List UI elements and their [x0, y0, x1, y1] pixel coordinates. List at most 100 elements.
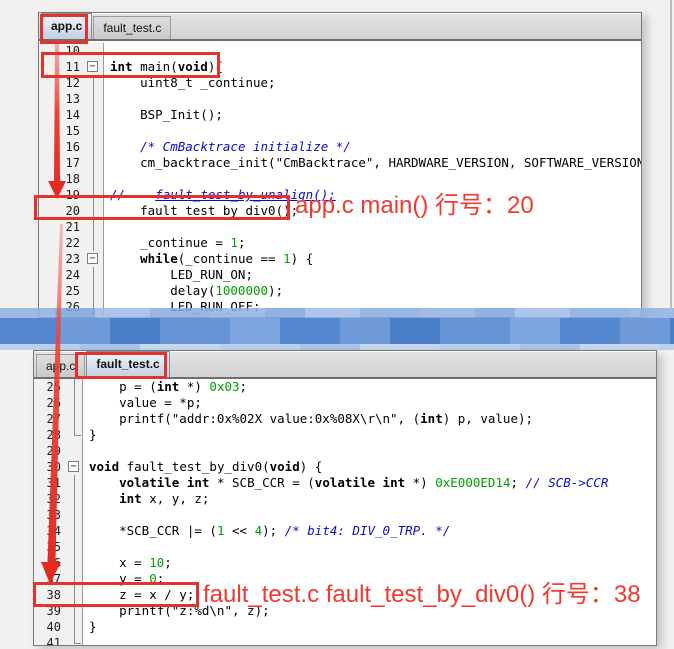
code-text: int x, y, z; — [83, 491, 209, 507]
code-text: uint8_t _continue; — [104, 75, 276, 91]
line-number: 28 — [34, 427, 66, 443]
code-line-40[interactable]: 40} — [34, 619, 656, 635]
line-number: 10 — [39, 43, 85, 59]
code-line-27[interactable]: 27 printf("addr:0x%02X value:0x%08X\r\n"… — [34, 411, 656, 427]
fold-guide-line — [66, 587, 83, 603]
fold-guide-line — [85, 123, 104, 139]
fold-guide-line — [85, 107, 104, 123]
code-text: } — [83, 619, 97, 635]
tab-fault-test-c[interactable]: fault_test.c — [86, 351, 169, 377]
code-line-25[interactable]: 25 delay(1000000); — [39, 283, 641, 299]
tabbar-bottom: app.cfault_test.c — [34, 351, 656, 379]
code-text: p = (int *) 0x03; — [83, 379, 247, 395]
tab-fault-test-c[interactable]: fault_test.c — [93, 16, 171, 39]
code-text: value = *p; — [83, 395, 202, 411]
line-number: 35 — [34, 539, 66, 555]
code-text: void fault_test_by_div0(void) { — [83, 459, 322, 475]
code-text — [83, 635, 89, 646]
code-line-13[interactable]: 13 — [39, 91, 641, 107]
code-line-29[interactable]: 29 — [34, 443, 656, 459]
code-line-12[interactable]: 12 uint8_t _continue; — [39, 75, 641, 91]
code-text: // fault_test_by_unalign(); — [104, 187, 336, 203]
code-text: y = 0; — [83, 571, 164, 587]
code-line-37[interactable]: 37 y = 0; — [34, 571, 656, 587]
code-text: int main(void){ — [104, 59, 223, 75]
line-number: 11 — [39, 59, 85, 75]
code-line-10[interactable]: 10 — [39, 43, 641, 59]
fold-collapse-icon[interactable]: − — [85, 251, 104, 267]
code-line-22[interactable]: 22 _continue = 1; — [39, 235, 641, 251]
tabbar-top: app.cfault_test.c — [39, 13, 641, 41]
code-area-app-c[interactable]: 1011−int main(void){12 uint8_t _continue… — [39, 43, 641, 317]
fold-guide-line — [85, 171, 104, 187]
code-text: } — [83, 427, 97, 443]
code-text: cm_backtrace_init("CmBacktrace", HARDWAR… — [104, 155, 642, 171]
code-line-28[interactable]: 28} — [34, 427, 656, 443]
fold-collapse-icon[interactable]: − — [85, 59, 104, 75]
editor-panel-app-c: app.cfault_test.c 1011−int main(void){12… — [38, 12, 642, 318]
code-text — [104, 171, 110, 187]
code-text — [83, 539, 89, 555]
code-text: printf("z:%d\n", z); — [83, 603, 270, 619]
fold-collapse-icon[interactable]: − — [66, 459, 83, 475]
line-number: 30 — [34, 459, 66, 475]
code-line-34[interactable]: 34 *SCB_CCR |= (1 << 4); /* bit4: DIV_0_… — [34, 523, 656, 539]
line-number: 14 — [39, 107, 85, 123]
tab-app-c[interactable]: app.c — [41, 13, 92, 39]
code-line-16[interactable]: 16 /* CmBacktrace initialize */ — [39, 139, 641, 155]
code-line-33[interactable]: 33 — [34, 507, 656, 523]
code-line-24[interactable]: 24 LED_RUN_ON; — [39, 267, 641, 283]
code-text: /* CmBacktrace initialize */ — [104, 139, 351, 155]
code-line-39[interactable]: 39 printf("z:%d\n", z); — [34, 603, 656, 619]
code-line-26[interactable]: 26 value = *p; — [34, 395, 656, 411]
code-line-21[interactable]: 21 — [39, 219, 641, 235]
band-mid-mosaic — [0, 318, 674, 344]
code-text — [104, 219, 110, 235]
code-text — [83, 507, 89, 523]
code-line-15[interactable]: 15 — [39, 123, 641, 139]
fold-guide-line — [66, 619, 83, 635]
code-line-17[interactable]: 17 cm_backtrace_init("CmBacktrace", HARD… — [39, 155, 641, 171]
code-line-31[interactable]: 31 volatile int * SCB_CCR = (volatile in… — [34, 475, 656, 491]
code-text: while(_continue == 1) { — [104, 251, 313, 267]
code-line-36[interactable]: 36 x = 10; — [34, 555, 656, 571]
code-line-19[interactable]: 19// fault_test_by_unalign(); — [39, 187, 641, 203]
fold-guide-line — [66, 603, 83, 619]
fold-guide-line — [66, 411, 83, 427]
line-number: 24 — [39, 267, 85, 283]
code-line-23[interactable]: 23− while(_continue == 1) { — [39, 251, 641, 267]
code-line-38[interactable]: 38 z = x / y; — [34, 587, 656, 603]
line-number: 41 — [34, 635, 66, 646]
code-line-20[interactable]: 20 fault_test_by_div0(); — [39, 203, 641, 219]
line-number: 12 — [39, 75, 85, 91]
tab-app-c[interactable]: app.c — [36, 354, 85, 377]
code-text: volatile int * SCB_CCR = (volatile int *… — [83, 475, 608, 491]
line-number: 13 — [39, 91, 85, 107]
code-text — [104, 123, 110, 139]
line-number: 27 — [34, 411, 66, 427]
fold-guide-line — [66, 523, 83, 539]
code-line-35[interactable]: 35 — [34, 539, 656, 555]
code-text — [104, 91, 110, 107]
code-line-25[interactable]: 25 p = (int *) 0x03; — [34, 379, 656, 395]
code-line-18[interactable]: 18 — [39, 171, 641, 187]
line-number: 20 — [39, 203, 85, 219]
code-text — [104, 43, 110, 59]
line-number: 25 — [34, 379, 66, 395]
code-line-32[interactable]: 32 int x, y, z; — [34, 491, 656, 507]
fold-guide-line — [85, 203, 104, 219]
code-line-11[interactable]: 11−int main(void){ — [39, 59, 641, 75]
code-text: x = 10; — [83, 555, 172, 571]
fold-guide-line — [85, 187, 104, 203]
line-number: 32 — [34, 491, 66, 507]
code-line-14[interactable]: 14 BSP_Init(); — [39, 107, 641, 123]
code-line-30[interactable]: 30−void fault_test_by_div0(void) { — [34, 459, 656, 475]
line-number: 25 — [39, 283, 85, 299]
code-line-41[interactable]: 41 — [34, 635, 656, 646]
fold-guide-line — [66, 475, 83, 491]
fold-guide-line — [66, 539, 83, 555]
code-text: delay(1000000); — [104, 283, 283, 299]
code-area-fault-test-c[interactable]: 25 p = (int *) 0x03;26 value = *p;27 pri… — [34, 379, 656, 645]
code-text — [83, 443, 89, 459]
line-number: 22 — [39, 235, 85, 251]
